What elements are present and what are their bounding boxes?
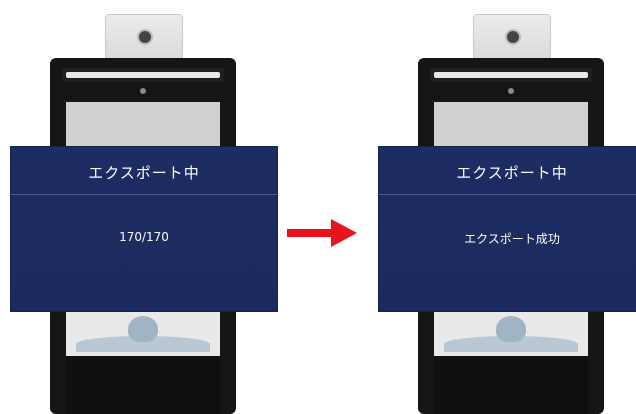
- export-progress-dialog: エクスポート中 170/170: [10, 146, 278, 312]
- fill-light: [66, 72, 220, 78]
- export-progress-count: 170/170: [119, 230, 169, 244]
- dialog-divider: [10, 194, 278, 195]
- fill-light: [434, 72, 588, 78]
- screen-area-bottom: [434, 312, 588, 356]
- top-bar: [62, 68, 224, 82]
- arrow-right-icon: [287, 219, 357, 247]
- export-success-message: エクスポート成功: [464, 232, 560, 246]
- screen-area-bottom: [66, 312, 220, 356]
- dialog-divider: [378, 194, 636, 195]
- export-success-dialog: エクスポート中 エクスポート成功: [378, 146, 636, 312]
- camera-module: [105, 14, 183, 64]
- sensor-icon: [140, 88, 146, 94]
- top-bar: [430, 68, 592, 82]
- camera-lens-icon: [137, 29, 153, 45]
- sensor-icon: [508, 88, 514, 94]
- camera-module: [473, 14, 551, 64]
- device-base: [434, 356, 588, 414]
- dialog-title: エクスポート中: [88, 164, 200, 182]
- device-base: [66, 356, 220, 414]
- dialog-title: エクスポート中: [456, 164, 568, 182]
- camera-lens-icon: [505, 29, 521, 45]
